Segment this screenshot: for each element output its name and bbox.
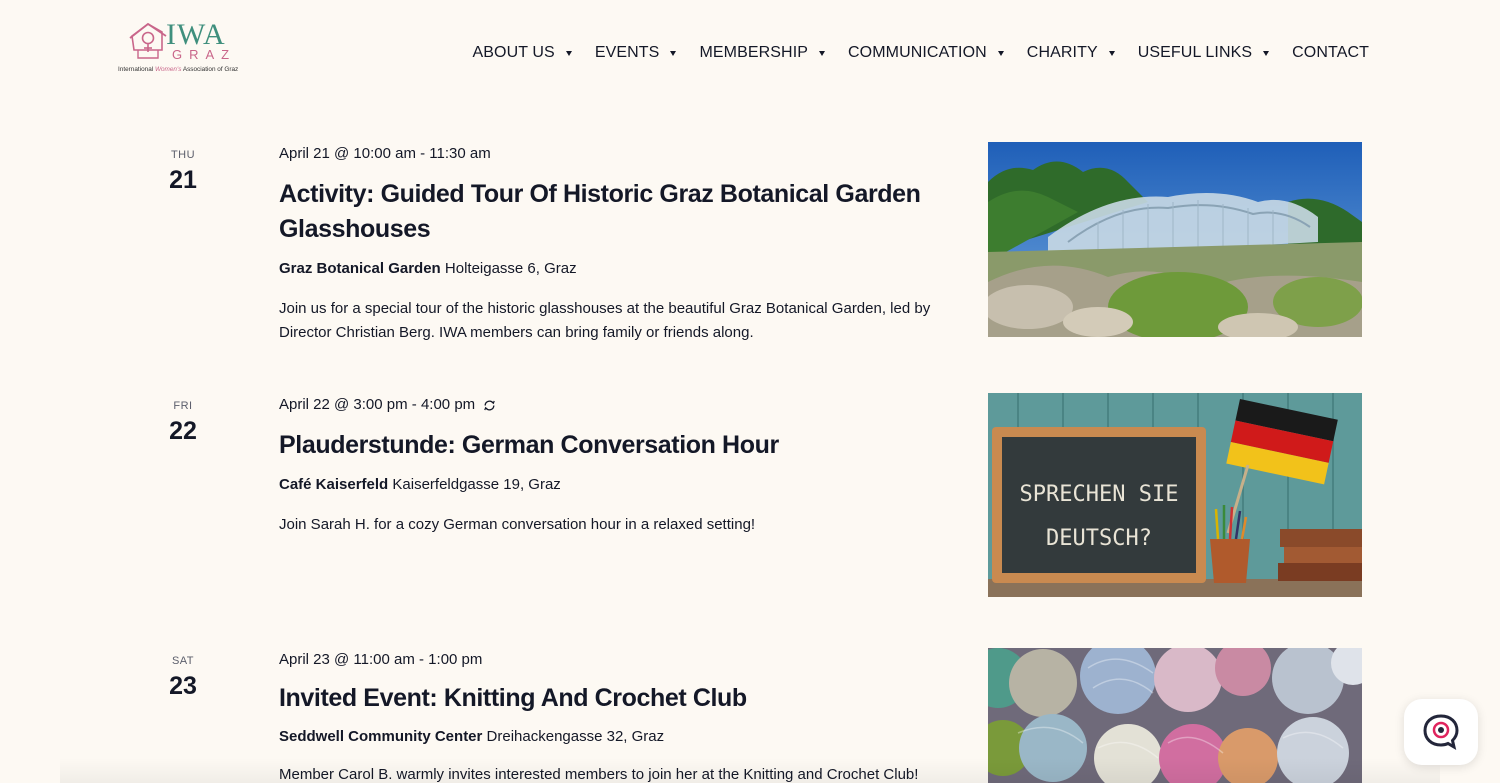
caret-down-icon (1263, 51, 1270, 56)
nav-item-label: USEFUL LINKS (1137, 44, 1253, 61)
botanical-garden-photo (988, 142, 1362, 337)
caret-down-icon (819, 51, 826, 56)
event-description: Join Sarah H. for a cozy German conversa… (279, 516, 756, 533)
logo-tagline-post: Association of Graz (181, 66, 239, 73)
site-logo[interactable]: IWA GRAZ International Women's Associati… (118, 18, 254, 78)
event-date: FRI 22 (143, 400, 223, 446)
event-venue-name[interactable]: Seddwell Community Center (279, 728, 482, 745)
event-venue: Graz Botanical Garden Holteigasse 6, Gra… (279, 259, 944, 279)
event-datetime: April 22 @ 3:00 pm - 4:00 pm (279, 395, 944, 415)
event-date: THU 21 (143, 149, 223, 195)
nav-item-membership[interactable]: MEMBERSHIP (699, 43, 826, 63)
event-day-of-week: SAT (171, 655, 195, 667)
nav-item-useful-links[interactable]: USEFUL LINKS (1137, 43, 1270, 63)
nav-item-label: ABOUT US (472, 44, 555, 61)
nav-item-charity[interactable]: CHARITY (1027, 43, 1115, 63)
nav-item-label: CHARITY (1026, 44, 1098, 61)
logo-tagline-accent: Women's (154, 66, 182, 73)
event-datetime-text: April 22 @ 3:00 pm - 4:00 pm (279, 396, 476, 413)
event-datetime: April 23 @ 11:00 am - 1:00 pm (279, 650, 944, 670)
yarn-balls-photo (988, 648, 1362, 783)
event-day-of-week: FRI (173, 400, 193, 412)
chalkboard-line-1: SPRECHEN SIE (1020, 482, 1179, 507)
site-header: IWA GRAZ International Women's Associati… (0, 0, 1500, 100)
caret-down-icon (565, 51, 572, 56)
page: IWA GRAZ International Women's Associati… (0, 0, 1500, 783)
nav-item-label: COMMUNICATION (848, 44, 987, 61)
event-datetime: April 21 @ 10:00 am - 11:30 am (279, 144, 944, 164)
logo-tagline-pre: International (118, 66, 155, 73)
nav-item-contact[interactable]: CONTACT (1292, 43, 1369, 63)
event-info: April 22 @ 3:00 pm - 4:00 pm Plauderstun… (279, 395, 944, 537)
event-description: Member Carol B. warmly invites intereste… (279, 766, 919, 783)
main-nav: ABOUT US EVENTS MEMBERSHIP COMMUNICATION… (450, 43, 1370, 63)
logo-tagline: International Women's Association of Gra… (118, 66, 254, 74)
caret-down-icon (1108, 51, 1115, 56)
event-day-number: 21 (169, 166, 197, 194)
logo-sub: GRAZ (172, 47, 237, 62)
logo-mark-icon (129, 22, 167, 59)
event-venue: Café Kaiserfeld Kaiserfeldgasse 19, Graz (279, 475, 944, 495)
nav-item-events[interactable]: EVENTS (595, 43, 677, 63)
nav-item-label: EVENTS (594, 44, 660, 61)
event-venue: Seddwell Community Center Dreihackengass… (279, 727, 944, 747)
event-venue-address: Dreihackengasse 32, Graz (486, 728, 665, 745)
event-description: Join us for a special tour of the histor… (279, 300, 931, 341)
event-venue-address: Kaiserfeldgasse 19, Graz (392, 476, 561, 493)
nav-item-label: MEMBERSHIP (699, 44, 809, 61)
event-day-number: 23 (169, 672, 197, 700)
event-image-german-conversation[interactable]: SPRECHEN SIE DEUTSCH? (988, 393, 1362, 597)
event-info: April 21 @ 10:00 am - 11:30 am Activity:… (279, 144, 944, 345)
event-day-of-week: THU (170, 149, 196, 161)
event-datetime-text: April 21 @ 10:00 am - 11:30 am (279, 145, 491, 162)
nav-item-about-us[interactable]: ABOUT US (473, 43, 572, 63)
event-venue-name[interactable]: Graz Botanical Garden (279, 260, 441, 277)
event-title[interactable]: Activity: Guided Tour Of Historic Graz B… (279, 177, 944, 247)
chat-bubble-icon (1423, 714, 1459, 751)
chalkboard-line-2: DEUTSCH? (1046, 526, 1152, 551)
event-title[interactable]: Invited Event: Knitting And Crochet Club (279, 681, 944, 716)
event-day-number: 22 (169, 417, 197, 445)
chalkboard-photo: SPRECHEN SIE DEUTSCH? (988, 393, 1362, 597)
event-info: April 23 @ 11:00 am - 1:00 pm Invited Ev… (279, 650, 944, 783)
event-image-knitting[interactable] (988, 648, 1362, 783)
caret-down-icon (670, 51, 677, 56)
event-title[interactable]: Plauderstunde: German Conversation Hour (279, 428, 944, 463)
event-venue-address: Holteigasse 6, Graz (444, 260, 577, 277)
caret-down-icon (997, 51, 1004, 56)
event-venue-name[interactable]: Café Kaiserfeld (279, 476, 388, 493)
chat-widget-button[interactable] (1404, 699, 1478, 765)
event-datetime-text: April 23 @ 11:00 am - 1:00 pm (279, 651, 483, 668)
nav-item-label: CONTACT (1292, 44, 1369, 61)
nav-item-communication[interactable]: COMMUNICATION (848, 43, 1004, 63)
event-date: SAT 23 (143, 655, 223, 701)
recurring-icon (484, 400, 495, 410)
event-image-botanical-garden[interactable] (988, 142, 1362, 337)
